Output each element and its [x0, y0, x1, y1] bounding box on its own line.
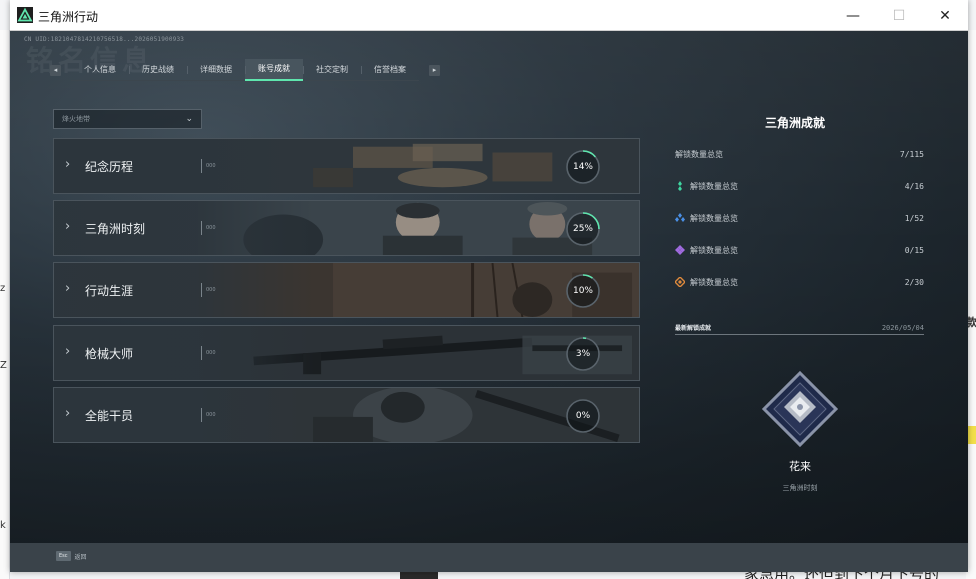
tab-match-history[interactable]: 历史战绩	[129, 59, 187, 81]
stat-value: 0/15	[904, 245, 924, 255]
chevron-right-icon: ›	[65, 157, 71, 172]
category-progress-text: 14%	[572, 162, 593, 172]
tab-social-custom[interactable]: 社交定制	[303, 59, 361, 81]
achievement-category-row[interactable]: › 纪念历程 000 14%	[53, 138, 640, 194]
back-label: 返回	[74, 553, 87, 561]
category-label: 行动生涯	[85, 284, 134, 298]
stat-value: 2/30	[904, 277, 924, 287]
purple-cluster-icon	[675, 245, 685, 255]
recent-achievement-date: 2026/05/04	[881, 323, 924, 332]
maximize-button[interactable]: ☐	[876, 0, 922, 31]
esc-key-hint: Esc	[56, 551, 71, 561]
stat-value: 1/52	[904, 213, 924, 223]
achievement-category-row[interactable]: › 枪械大师 000 3%	[53, 325, 640, 381]
category-tiny-text: 000	[206, 225, 216, 231]
achievement-category-row[interactable]: › 全能干员 000 0%	[53, 387, 640, 443]
recent-achievement-label: 最新解锁成就	[675, 325, 712, 332]
stat-row: 解锁数量总览 2/30	[675, 274, 924, 290]
stat-label: 解锁数量总览	[690, 181, 738, 191]
category-tiny-text: 000	[206, 163, 216, 169]
game-content: 铭名信息 CN UID:1821047814210756518...202605…	[10, 31, 968, 572]
background-left-strip	[0, 30, 10, 579]
background-fragment: k	[0, 520, 6, 531]
background-fragment: Z	[0, 360, 7, 371]
game-window: 三角洲行动 — ☐ ✕ 铭名信息 CN UID:1821047814210756…	[10, 0, 968, 572]
tab-next-button[interactable]: ▸	[429, 64, 440, 76]
stat-row: 解锁数量总览 1/52	[675, 210, 924, 226]
tab-list: 个人信息 历史战绩 详细数据 账号成就 社交定制 信誉档案	[71, 58, 419, 81]
tab-bar: ◂ 个人信息 历史战绩 详细数据 账号成就 社交定制 信誉档案 ▸	[50, 58, 440, 81]
chevron-right-icon: ›	[65, 406, 71, 421]
badge-category: 三角洲时刻	[782, 484, 818, 492]
blue-cluster-icon	[675, 213, 685, 223]
window-title: 三角洲行动	[38, 10, 99, 24]
title-bar: 三角洲行动 — ☐ ✕	[10, 0, 968, 31]
category-progress-text: 10%	[572, 286, 593, 296]
stat-label: 解锁数量总览	[690, 245, 738, 255]
achievement-category-row[interactable]: › 行动生涯 000 10%	[53, 262, 640, 318]
orange-target-icon	[675, 277, 685, 287]
badge-name: 花来	[789, 460, 811, 473]
background-fragment: z	[0, 283, 6, 294]
category-divider	[201, 283, 202, 297]
panel-title: 三角洲成就	[765, 116, 826, 130]
footer-bar: Esc 返回	[10, 543, 968, 572]
mode-filter-dropdown[interactable]: 烽火地带 ⌄	[53, 109, 202, 129]
chevron-right-icon: ›	[65, 344, 71, 359]
stat-total-row: 解锁数量总览 7/115	[675, 146, 924, 162]
achievement-badge-icon[interactable]	[760, 369, 840, 449]
category-progress-ring: 0%	[565, 398, 601, 434]
category-label: 枪械大师	[85, 347, 134, 361]
green-diamond-icon	[675, 181, 685, 191]
stat-value: 7/115	[899, 149, 924, 159]
chevron-right-icon: ›	[65, 219, 71, 234]
category-divider	[201, 221, 202, 235]
category-tiny-text: 000	[206, 412, 216, 418]
category-progress-ring: 14%	[565, 149, 601, 185]
achievement-category-row[interactable]: › 三角洲时刻 000 25%	[53, 200, 640, 256]
app-logo-icon	[17, 7, 33, 23]
tab-detailed-data[interactable]: 详细数据	[187, 59, 245, 81]
category-progress-ring: 10%	[565, 273, 601, 309]
tab-reputation[interactable]: 信誉档案	[361, 59, 419, 81]
uid-label: CN UID:1821047814210756518...20260519009…	[24, 36, 185, 43]
stat-row: 解锁数量总览 4/16	[675, 178, 924, 194]
stat-label: 解锁数量总览	[690, 277, 738, 287]
category-divider	[201, 346, 202, 360]
chevron-down-icon: ⌄	[185, 114, 193, 124]
category-progress-text: 25%	[572, 224, 593, 234]
category-progress-ring: 3%	[565, 336, 601, 372]
stat-value: 4/16	[904, 181, 924, 191]
mode-filter-value: 烽火地带	[62, 115, 90, 123]
category-tiny-text: 000	[206, 350, 216, 356]
stat-row: 解锁数量总览 0/15	[675, 242, 924, 258]
tab-prev-button[interactable]: ◂	[50, 64, 61, 76]
stat-label: 解锁数量总览	[675, 149, 723, 159]
tab-achievements[interactable]: 账号成就	[245, 58, 303, 81]
category-divider	[201, 408, 202, 422]
back-button[interactable]: Esc 返回	[56, 551, 87, 561]
category-tiny-text: 000	[206, 287, 216, 293]
category-label: 全能干员	[85, 409, 134, 423]
category-progress-text: 3%	[575, 349, 591, 359]
minimize-button[interactable]: —	[830, 0, 876, 31]
category-progress-ring: 25%	[565, 211, 601, 247]
stat-label: 解锁数量总览	[690, 213, 738, 223]
close-button[interactable]: ✕	[922, 0, 968, 31]
category-label: 纪念历程	[85, 160, 134, 174]
category-progress-text: 0%	[575, 411, 591, 421]
tab-personal-info[interactable]: 个人信息	[71, 59, 129, 81]
category-label: 三角洲时刻	[85, 222, 146, 236]
category-divider	[201, 159, 202, 173]
chevron-right-icon: ›	[65, 281, 71, 296]
recent-achievement-header: 最新解锁成就 2026/05/04	[675, 321, 924, 335]
